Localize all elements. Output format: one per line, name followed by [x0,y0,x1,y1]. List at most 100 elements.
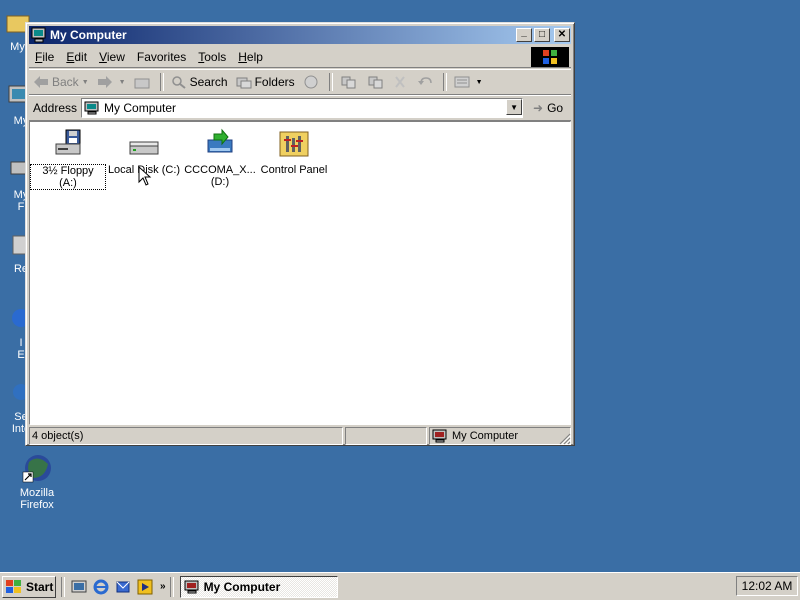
menu-bar: File Edit View Favorites Tools Help [29,47,571,68]
menu-label: elp [246,50,263,64]
toolbar-separator [159,73,164,91]
start-label: Start [26,579,54,594]
menu-tools[interactable]: Tools [192,50,232,64]
up-folder-icon [134,78,150,89]
quicklaunch-show-desktop[interactable] [68,576,90,598]
views-button[interactable]: ▼ [450,75,487,89]
drive-label: CCCOMA_X... [184,164,256,176]
status-bar: 4 object(s) My Computer [29,427,571,445]
my-computer-icon [84,101,99,115]
standard-toolbar: Back ▼ ▼ Search Folders ▼ [29,69,571,95]
delete-icon [394,76,405,88]
windows-flag-icon [6,579,21,593]
zone-text: My Computer [452,430,519,442]
window-title: My Computer [50,28,127,42]
desktop-icon-label: I E [17,337,25,361]
folders-button[interactable]: Folders [232,75,299,89]
up-folder-button[interactable] [130,75,157,89]
address-bar: Address My Computer ▼ ➜ Go [29,95,571,121]
quicklaunch-media-player[interactable] [134,576,156,598]
status-object-count: 4 object(s) [29,427,343,445]
my-computer-icon [184,580,199,593]
move-to-button[interactable] [336,75,363,89]
file-view[interactable]: 3½ Floppy (A:) Local Disk (C:) CCCOMA_X.… [29,121,571,425]
control-panel-item[interactable]: Control Panel [256,128,332,176]
desktop-icon-label: Mozilla Firefox [19,487,55,511]
dropdown-arrow-icon[interactable]: ▼ [82,79,89,86]
back-button[interactable]: Back ▼ [29,75,93,89]
chevron-down-icon: ▼ [510,102,518,112]
mouse-cursor-icon [138,166,152,186]
drive-letter-label: (D:) [210,176,230,188]
menu-label: dit [74,50,88,64]
menu-label: ools [204,50,227,64]
go-button[interactable]: ➜ Go [533,101,563,115]
menu-accel: V [99,50,107,64]
back-arrow-icon [34,76,48,88]
address-input[interactable]: My Computer ▼ [81,98,524,118]
close-button[interactable]: ✕ [554,28,570,42]
internet-explorer-icon [93,579,109,594]
close-icon: ✕ [557,29,567,40]
windows-logo [531,47,569,67]
media-player-icon [137,579,153,594]
search-icon [171,76,186,89]
quicklaunch-outlook-express[interactable] [112,576,134,598]
my-computer-window: My Computer _ □ ✕ File Edit View Favorit… [25,22,575,446]
taskbar-button-my-computer[interactable]: My Computer [179,575,338,598]
title-bar[interactable]: My Computer _ □ ✕ [29,26,571,44]
taskbar: Start » My Computer 12:02 AM [0,572,800,600]
clock[interactable]: 12:02 AM [742,579,793,593]
taskbar-separator [169,576,174,597]
folders-icon [236,77,252,89]
system-tray: 12:02 AM [736,576,798,596]
my-computer-icon [31,27,46,43]
minimize-icon: _ [521,27,527,38]
taskbar-separator [61,576,65,597]
menu-label: Favorites [136,50,187,64]
menu-view[interactable]: View [93,50,131,64]
show-desktop-icon [71,580,87,592]
maximize-button[interactable]: □ [534,28,550,42]
delete-button[interactable] [390,75,413,89]
control-panel-icon [279,131,309,157]
copy-to-button[interactable] [363,75,390,89]
history-button[interactable] [299,75,326,89]
control-panel-label: Control Panel [260,164,328,176]
maximize-icon: □ [538,29,546,40]
toolbar-separator [328,73,333,91]
status-empty-pane [345,427,427,445]
forward-button[interactable]: ▼ [93,75,130,89]
menu-edit[interactable]: Edit [60,50,93,64]
drive-item-floppy[interactable]: 3½ Floppy (A:) [30,128,106,190]
address-dropdown-button[interactable]: ▼ [506,99,523,115]
folders-label: Folders [254,75,295,89]
views-icon [454,76,470,88]
drive-label: 3½ Floppy (A:) [30,164,106,190]
address-label: Address [33,101,78,115]
my-computer-icon [432,429,447,443]
desktop-icon-mozilla-firefox[interactable]: Mozilla Firefox [2,452,72,511]
undo-icon [417,77,432,85]
menu-favorites[interactable]: Favorites [131,50,192,64]
dropdown-arrow-icon[interactable]: ▼ [476,79,483,86]
undo-button[interactable] [413,75,440,89]
object-count-text: 4 object(s) [32,430,84,442]
quicklaunch-internet-explorer[interactable] [90,576,112,598]
menu-file[interactable]: File [29,50,60,64]
menu-help[interactable]: Help [232,50,269,64]
quicklaunch-more-chevron[interactable]: » [160,581,166,592]
copy-to-icon [368,76,383,89]
go-arrow-icon: ➜ [533,101,544,115]
dropdown-arrow-icon[interactable]: ▼ [119,79,126,86]
outlook-express-icon [116,581,130,592]
search-button[interactable]: Search [167,75,232,89]
cd-drive-icon [207,128,233,153]
firefox-icon [22,455,51,483]
windows-flag-icon [543,50,557,64]
search-label: Search [189,75,228,89]
resize-grip-icon[interactable] [559,433,571,445]
start-button[interactable]: Start [2,575,56,598]
minimize-button[interactable]: _ [516,28,532,42]
drive-item-cd[interactable]: CCCOMA_X... (D:) [182,128,258,188]
